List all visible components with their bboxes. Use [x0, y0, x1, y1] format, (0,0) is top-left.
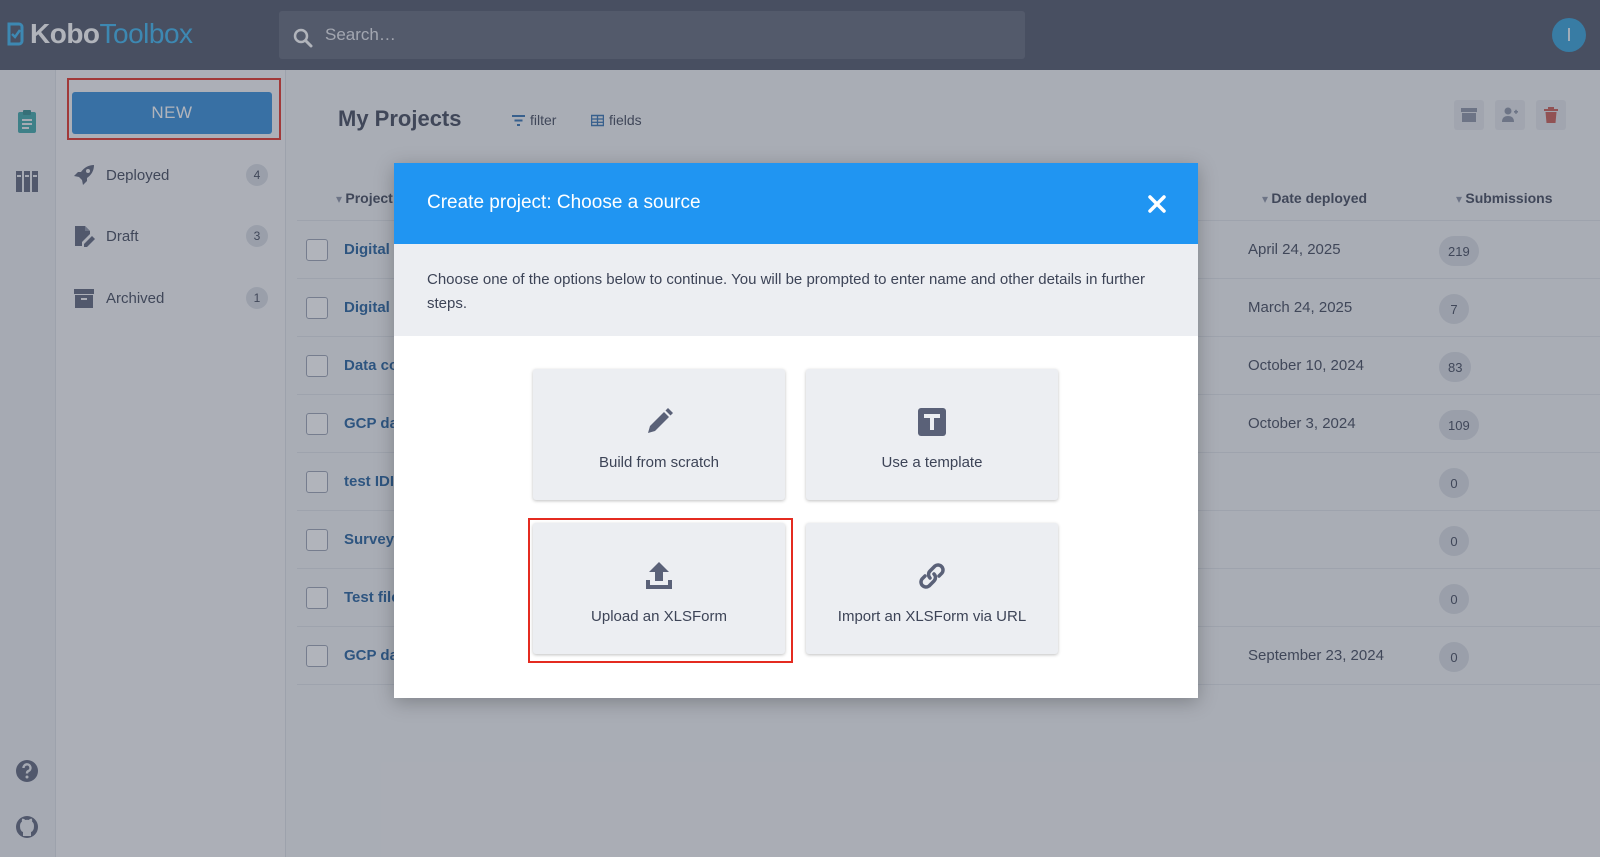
option-label: Build from scratch — [598, 454, 720, 471]
create-project-modal: Create project: Choose a source Choose o… — [394, 163, 1198, 698]
build-from-scratch-option[interactable]: Build from scratch — [533, 369, 785, 500]
modal-close-button[interactable] — [1142, 189, 1172, 219]
option-label: Import an XLSForm via URL — [837, 608, 1027, 625]
use-template-option[interactable]: Use a template — [806, 369, 1058, 500]
modal-header: Create project: Choose a source — [394, 163, 1198, 244]
option-label: Use a template — [881, 454, 983, 471]
modal-description: Choose one of the options below to conti… — [394, 244, 1198, 336]
pencil-icon — [648, 408, 673, 433]
template-t-icon — [918, 408, 946, 436]
import-xlsform-url-option[interactable]: Import an XLSForm via URL — [806, 523, 1058, 654]
upload-option-highlight — [528, 518, 793, 663]
link-chain-icon — [919, 563, 945, 589]
modal-title: Create project: Choose a source — [427, 192, 701, 213]
close-icon — [1148, 195, 1166, 213]
